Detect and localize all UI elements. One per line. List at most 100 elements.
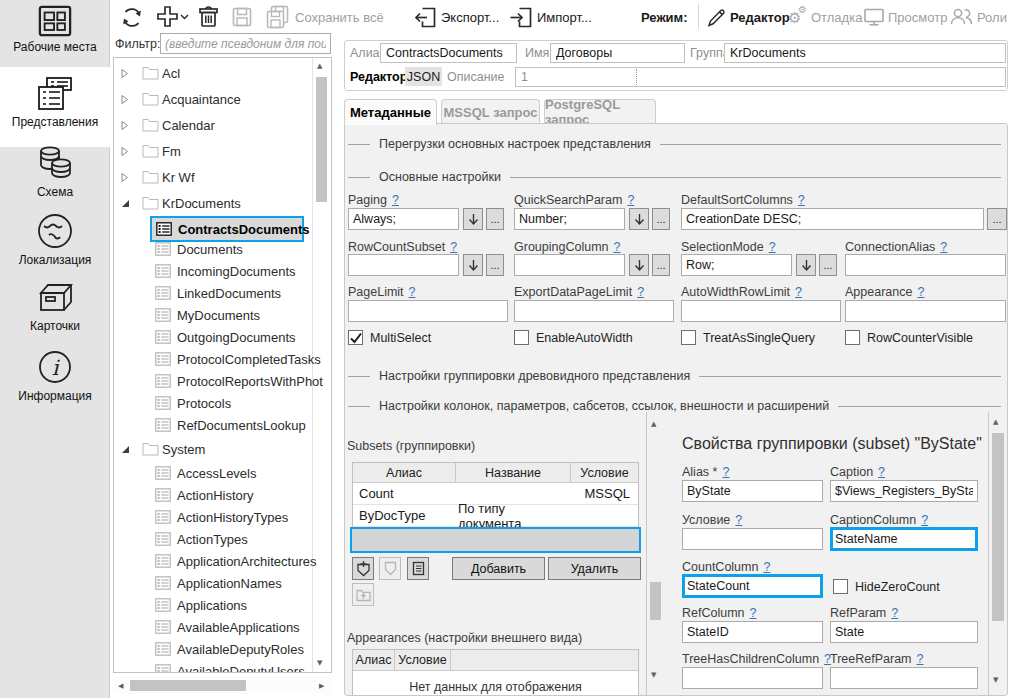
paging-down-button[interactable] [463,208,483,230]
debug-mode-icon[interactable]: ⚙ ⚙ [788,5,810,27]
countcolumn-prop-input[interactable] [682,574,823,598]
export-label[interactable]: Экспорт... [441,10,499,25]
tree-item[interactable]: Fm [114,138,313,164]
move-up-button-disabled[interactable] [352,583,374,606]
import-button[interactable] [509,6,533,29]
quicksearch-down-button[interactable] [629,208,649,230]
groupingcolumn-more-button[interactable]: ... [652,254,670,276]
quicksearch-input[interactable] [514,208,625,230]
tree-item[interactable]: KrDocuments [114,190,313,216]
tree-item[interactable]: MyDocuments [114,304,313,326]
condition-prop-input[interactable] [682,528,823,550]
treehaschildren-prop-input[interactable] [682,667,823,689]
refresh-button[interactable] [120,6,144,29]
tab-metadata[interactable]: Метаданные [344,99,437,125]
connectionalias-input[interactable] [845,254,1006,276]
refparam-prop-input[interactable] [830,621,978,643]
column-header[interactable]: Условие [395,650,451,670]
quicksearch-more-button[interactable]: ... [652,208,670,230]
column-header[interactable]: Условие [571,463,638,482]
help-link[interactable]: ? [637,285,644,299]
help-link[interactable]: ? [735,513,742,527]
column-header[interactable]: Алиас [353,463,456,482]
help-link[interactable]: ? [392,193,399,207]
caption-prop-input[interactable] [830,480,978,502]
tree-item[interactable]: Acquaintance [114,86,313,112]
help-link[interactable]: ? [627,193,634,207]
help-link[interactable]: ? [409,285,416,299]
help-link[interactable]: ? [940,240,947,254]
expander-collapsed-icon[interactable] [121,172,129,183]
roles-mode-icon[interactable] [949,7,974,27]
mode-roles[interactable]: Роли [977,10,1007,25]
paging-input[interactable] [348,208,459,230]
add-button[interactable] [155,5,189,29]
selectionmode-down-button[interactable] [796,254,816,276]
selectionmode-more-button[interactable]: ... [819,254,837,276]
tree-scroll-up[interactable]: ▲ [317,62,322,70]
paging-more-button[interactable]: ... [486,208,504,230]
tree-item[interactable]: ProtocolCompletedTasks [114,348,313,370]
help-link[interactable]: ? [917,285,924,299]
sidebar-item-localization[interactable]: Локализация [0,211,110,269]
tree-item[interactable]: Kr Wf [114,164,313,190]
tree-item[interactable]: ActionTypes [114,528,313,550]
tree-scroll-left[interactable]: ◀ [118,682,123,690]
hidezerocount-checkbox[interactable]: HideZeroCount [833,579,940,594]
tree-item[interactable]: System [114,436,313,462]
add-subset-button[interactable]: Добавить [452,557,545,580]
tree-item[interactable]: Applications [114,594,313,616]
sidebar-item-workplaces[interactable]: Рабочие места [0,4,110,62]
save-all-button[interactable] [264,4,291,30]
description-input[interactable]: 1 [515,67,1006,87]
tree-item[interactable]: Acl [114,60,313,86]
expander-collapsed-icon[interactable] [121,120,129,131]
tree-item[interactable]: ActionHistoryTypes [114,506,313,528]
help-link[interactable]: ? [769,240,776,254]
defaultsort-more-button[interactable]: ... [987,208,1007,230]
shield-button-disabled[interactable] [379,557,401,580]
autowidth-input[interactable] [681,300,841,322]
treatassinglequery-checkbox[interactable]: TreatAsSingleQuery [681,330,815,345]
sidebar-item-views[interactable]: Представления [0,67,110,147]
appearance-input[interactable] [845,300,1006,322]
tree-item[interactable]: AvailableDeputyRoles [114,638,313,660]
expander-expanded-icon[interactable] [121,445,130,454]
tab-mssql[interactable]: MSSQL запрос [441,99,540,124]
groupingcolumn-down-button[interactable] [629,254,649,276]
subsets-scroll-thumb[interactable] [650,582,661,620]
help-link[interactable]: ? [763,560,770,574]
enableautowidth-checkbox[interactable]: EnableAutoWidth [514,330,633,345]
name-input[interactable] [550,43,685,63]
column-header[interactable]: Алиас [353,650,395,670]
help-link[interactable]: ? [891,606,898,620]
editor-type-chip[interactable]: JSON [405,67,442,86]
expander-expanded-icon[interactable] [121,199,130,208]
help-link[interactable]: ? [750,606,757,620]
help-link[interactable]: ? [798,193,805,207]
props-scroll-down[interactable]: ▼ [993,676,998,684]
sidebar-item-schema[interactable]: Схема [0,143,110,201]
group-input[interactable] [724,43,1006,63]
tree-item[interactable]: AvailableDeputyUsers [114,660,313,673]
rowcountsubset-more-button[interactable]: ... [486,254,504,276]
edit-query-button[interactable] [407,557,429,580]
props-scroll-up[interactable]: ▲ [993,418,998,426]
mode-debug[interactable]: Отладка [811,10,862,25]
help-link[interactable]: ? [917,652,924,666]
help-link[interactable]: ? [921,513,928,527]
tree-item[interactable]: ActionHistory [114,484,313,506]
tree-item[interactable]: IncomingDocuments [114,260,313,282]
alias-prop-input[interactable] [682,480,823,502]
expander-collapsed-icon[interactable] [121,94,129,105]
subset-row[interactable]: ByDocType По типу документа [353,505,638,527]
tree-item[interactable]: Protocols [114,392,313,414]
tree-item[interactable]: RefDocumentsLookup [114,414,313,436]
tree-scroll-down[interactable]: ▼ [317,659,322,667]
tree-scroll-right[interactable]: ▶ [319,682,324,690]
help-link[interactable]: ? [878,465,885,479]
selectionmode-input[interactable] [681,254,792,276]
rowcountervisible-checkbox[interactable]: RowCounterVisible [845,330,973,345]
export-button[interactable] [414,6,438,29]
tree-item[interactable]: AvailableApplications [114,616,313,638]
